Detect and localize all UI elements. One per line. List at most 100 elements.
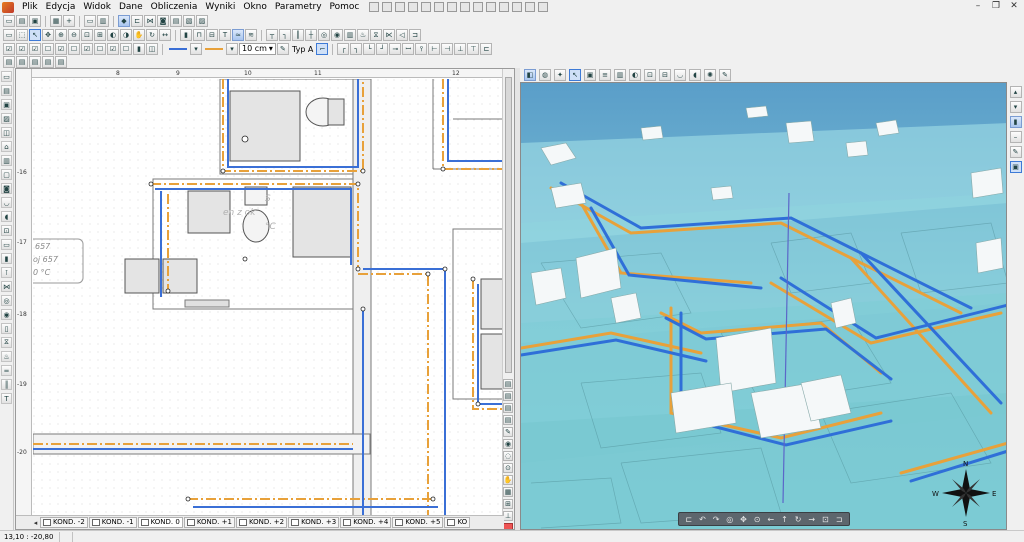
left-tool-save-icon[interactable]: ▣: [1, 99, 12, 110]
copy-icon[interactable]: [395, 2, 406, 12]
print-icon[interactable]: ▨: [196, 15, 208, 27]
left-tool-room-icon[interactable]: ▢: [1, 169, 12, 180]
left-tool-new-icon[interactable]: ▭: [1, 71, 12, 82]
menu-pomoc[interactable]: Pomoc: [326, 0, 364, 14]
play-icon[interactable]: [486, 2, 497, 12]
layer-snap-icon[interactable]: ☐: [42, 43, 54, 55]
tank-icon[interactable]: ▥: [344, 29, 356, 41]
zoom-prev-icon[interactable]: ◐: [107, 29, 119, 41]
tab-kond-truncated[interactable]: KO: [444, 517, 471, 528]
fixture-sink-2[interactable]: [124, 258, 160, 294]
meter-icon[interactable]: ◎: [318, 29, 330, 41]
lamp-icon[interactable]: ◌: [503, 451, 513, 461]
layer-text-icon[interactable]: ☐: [94, 43, 106, 55]
tab-kond-plus-4[interactable]: KOND. +4: [340, 517, 392, 528]
pipe-icon[interactable]: ⊏: [131, 15, 143, 27]
tab-kond-0[interactable]: KOND. 0: [137, 517, 183, 528]
trap-icon[interactable]: ꟷ: [402, 43, 415, 55]
measure-icon[interactable]: ↔: [159, 29, 171, 41]
tab-prev-icon[interactable]: ◂: [32, 519, 39, 527]
wrench-icon[interactable]: ✎: [503, 427, 513, 437]
tab-kond-plus-2[interactable]: KOND. +2: [235, 517, 288, 528]
door-icon[interactable]: ⊓: [193, 29, 205, 41]
layer-hidden-icon[interactable]: ☐: [120, 43, 132, 55]
left-tool-layers-icon[interactable]: ◫: [1, 127, 12, 138]
layout-icon[interactable]: ▥: [97, 15, 109, 27]
nav-up-icon[interactable]: ↑: [779, 515, 789, 524]
view3d-render-icon[interactable]: ✺: [704, 69, 716, 81]
menu-plik[interactable]: Plik: [18, 0, 42, 14]
transparency-slider-icon[interactable]: ▮: [133, 43, 145, 55]
view3d-shading-icon[interactable]: ◐: [629, 69, 641, 81]
grid-toggle-icon[interactable]: ▦: [503, 487, 513, 497]
window-element-icon[interactable]: ⊟: [206, 29, 218, 41]
corner-ul-icon[interactable]: ┌: [337, 43, 350, 55]
view3d-pipes-icon[interactable]: ≡: [599, 69, 611, 81]
zoom-window-icon[interactable]: ⊡: [81, 29, 93, 41]
left-tool-open-icon[interactable]: ▤: [1, 85, 12, 96]
gully-icon[interactable]: ⊸: [389, 43, 402, 55]
view3d-zoom-slider-icon[interactable]: ▮: [1009, 116, 1022, 128]
layer-hatch-icon[interactable]: ☑: [107, 43, 119, 55]
floor-plan-drawing[interactable]: 657 oj 657 0 °C S en z ok °C: [33, 79, 504, 516]
left-tool-pipe-icon[interactable]: ═: [1, 365, 12, 376]
nav-last-icon[interactable]: ⊐: [834, 515, 844, 524]
menu-wyniki[interactable]: Wyniki: [201, 0, 239, 14]
nav-orbit-icon[interactable]: ◎: [725, 515, 735, 524]
delete-icon[interactable]: [434, 2, 445, 12]
nav-tilt-icon[interactable]: ↻: [793, 515, 803, 524]
select-rect-icon[interactable]: ⬚: [16, 29, 28, 41]
fixture-sink-4[interactable]: [480, 278, 504, 330]
sheet-5-icon[interactable]: ▤: [55, 56, 67, 68]
hot-water-icon[interactable]: ≋: [245, 29, 257, 41]
split-icon[interactable]: ⊣: [441, 43, 454, 55]
sheet-2-icon[interactable]: ▤: [16, 56, 28, 68]
left-tool-tap-icon[interactable]: ⊺: [1, 267, 12, 278]
left-tool-text-icon[interactable]: T: [1, 393, 12, 404]
cross-icon[interactable]: ⊤: [467, 43, 480, 55]
left-tool-filter-icon[interactable]: ⧖: [1, 337, 12, 348]
line-color-dropdown-icon[interactable]: ▾: [226, 43, 238, 55]
left-tool-bath-icon[interactable]: ▭: [1, 239, 12, 250]
plan-view-2d[interactable]: 130 8 9 10 11 12 -16 -17 -18 -19 -20: [15, 68, 515, 530]
zoom-out-icon[interactable]: ⊖: [68, 29, 80, 41]
pan-icon[interactable]: ✋: [133, 29, 145, 41]
left-tool-heater-icon[interactable]: ♨: [1, 351, 12, 362]
view3d-sink-icon[interactable]: ◡: [674, 69, 686, 81]
pencil-icon[interactable]: [473, 2, 484, 12]
sheet-4-icon[interactable]: ▤: [42, 56, 54, 68]
refresh-icon[interactable]: [447, 2, 458, 12]
nav-rotate-left-icon[interactable]: ↶: [697, 515, 707, 524]
view3d-walls-icon[interactable]: ▥: [614, 69, 626, 81]
valve-icon[interactable]: ⋈: [144, 15, 156, 27]
view3d-section-icon[interactable]: ⊟: [659, 69, 671, 81]
window-icon[interactable]: ▭: [84, 15, 96, 27]
tab-kond-plus-1[interactable]: KOND. +1: [183, 517, 235, 528]
layers-icon[interactable]: [460, 2, 471, 12]
view3d-tool-icon[interactable]: ✎: [1009, 146, 1022, 158]
left-tool-pump-icon[interactable]: ◉: [1, 309, 12, 320]
ortho-toggle-icon[interactable]: ⊥: [503, 511, 513, 521]
fixture-bath[interactable]: [292, 186, 352, 258]
redo-icon[interactable]: [382, 2, 393, 12]
fixture-icon[interactable]: ◙: [157, 15, 169, 27]
filter-icon[interactable]: ⧖: [370, 29, 382, 41]
zoom-all-icon[interactable]: ⊞: [94, 29, 106, 41]
layer-tool-3-icon[interactable]: ▤: [503, 403, 513, 413]
layer-visibility-icon[interactable]: ☑: [3, 43, 15, 55]
save-icon[interactable]: ▣: [29, 15, 41, 27]
tab-kond-plus-5[interactable]: KOND. +5: [392, 517, 444, 528]
close-icon[interactable]: ✕: [1008, 1, 1020, 12]
connector-icon[interactable]: ┼: [305, 29, 317, 41]
menu-okno[interactable]: Okno: [239, 0, 271, 14]
layer-color-icon[interactable]: ☑: [55, 43, 67, 55]
view3d-select-icon[interactable]: ▣: [1009, 161, 1022, 173]
view3d-color-icon[interactable]: ◍: [539, 69, 551, 81]
minimize-icon[interactable]: –: [972, 1, 984, 12]
view3d-down-icon[interactable]: ▾: [1009, 101, 1022, 113]
left-tool-riser-icon[interactable]: ║: [1, 379, 12, 390]
wall-icon[interactable]: ▮: [180, 29, 192, 41]
nav-zoom-icon[interactable]: ⊙: [752, 515, 762, 524]
restore-icon[interactable]: ❐: [990, 1, 1002, 12]
tab-kond-plus-3[interactable]: KOND. +3: [288, 517, 340, 528]
